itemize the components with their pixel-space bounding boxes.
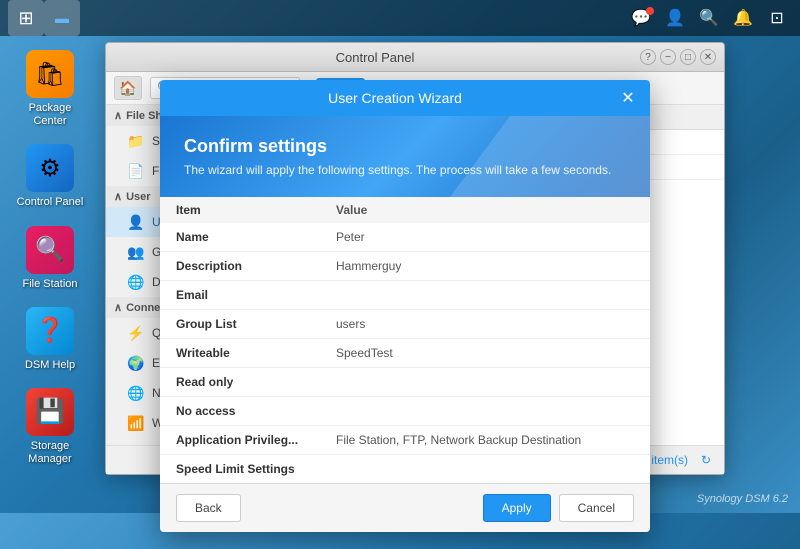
wizard-table-row: Email xyxy=(160,281,650,310)
back-button[interactable]: Back xyxy=(176,494,241,522)
wizard-col-value-header: Value xyxy=(320,197,650,223)
wizard-item-cell: No access xyxy=(160,397,320,426)
wizard-value-cell xyxy=(320,455,650,484)
wizard-table-row: Speed Limit Settings xyxy=(160,455,650,484)
wizard-value-cell: SpeedTest xyxy=(320,339,650,368)
package-center-label: Package Center xyxy=(14,102,86,128)
apply-button[interactable]: Apply xyxy=(483,494,551,522)
quickconnect-icon: ⚡ xyxy=(126,323,146,343)
shared-folders-icon: 📁 xyxy=(126,131,146,151)
wizard-value-cell: Peter xyxy=(320,223,650,252)
dsm-help-icon[interactable]: ❓ DSM Help xyxy=(10,303,90,376)
cp-home-button[interactable]: 🏠 xyxy=(114,76,142,100)
wizard-table-row: Read only xyxy=(160,368,650,397)
group-icon: 👥 xyxy=(126,242,146,262)
wizard-item-cell: Description xyxy=(160,252,320,281)
taskbar: ⊞ ▬ 💬 👤 🔍 🔔 ⊡ xyxy=(0,0,800,36)
wizard-dialog: User Creation Wizard ✕ Confirm settings … xyxy=(160,80,650,532)
chat-icon[interactable]: 💬 xyxy=(626,3,656,33)
wizard-value-cell: users xyxy=(320,310,650,339)
wizard-table-row: Application Privileg...File Station, FTP… xyxy=(160,426,650,455)
wizard-item-cell: Group List xyxy=(160,310,320,339)
package-center-icon[interactable]: 🛍 Package Center xyxy=(10,46,90,132)
search-icon[interactable]: 🔍 xyxy=(694,3,724,33)
chevron-icon: ∧ xyxy=(114,301,122,314)
wizard-item-cell: Email xyxy=(160,281,320,310)
refresh-button[interactable]: ↻ xyxy=(696,450,716,470)
wizard-table-row: NamePeter xyxy=(160,223,650,252)
cp-close-button[interactable]: ✕ xyxy=(700,49,716,65)
file-station-label: File Station xyxy=(22,278,77,291)
dsm-help-label: DSM Help xyxy=(25,359,75,372)
chat-badge xyxy=(646,7,654,15)
network-icon: 🌐 xyxy=(126,383,146,403)
apps-grid-button[interactable]: ⊞ xyxy=(8,0,44,36)
file-services-icon: 📄 xyxy=(126,161,146,181)
control-panel-desktop-icon[interactable]: ⚙ Control Panel xyxy=(10,140,90,213)
file-station-icon[interactable]: 🔍 File Station xyxy=(10,222,90,295)
desktop: 🛍 Package Center ⚙ Control Panel 🔍 File … xyxy=(0,36,100,549)
wizard-body: Item Value NamePeterDescriptionHammerguy… xyxy=(160,197,650,483)
wizard-value-cell: Hammerguy xyxy=(320,252,650,281)
cp-titlebar: Control Panel ? − □ ✕ xyxy=(106,43,724,72)
security-icon: 🔒 xyxy=(126,443,146,445)
storage-manager-label: Storage Manager xyxy=(14,440,86,466)
widget-icon[interactable]: ⊡ xyxy=(762,3,792,33)
wizard-close-button[interactable]: ✕ xyxy=(618,88,638,108)
cp-minimize-button[interactable]: − xyxy=(660,49,676,65)
wizard-footer: Back Apply Cancel xyxy=(160,483,650,532)
wizard-table-row: Group Listusers xyxy=(160,310,650,339)
control-panel-label: Control Panel xyxy=(17,196,84,209)
cp-help-button[interactable]: ? xyxy=(640,49,656,65)
external-icon: 🌍 xyxy=(126,353,146,373)
domain-icon: 🌐 xyxy=(126,272,146,292)
cp-maximize-button[interactable]: □ xyxy=(680,49,696,65)
wizard-item-cell: Writeable xyxy=(160,339,320,368)
wizard-value-cell: File Station, FTP, Network Backup Destin… xyxy=(320,426,650,455)
wizard-table-row: DescriptionHammerguy xyxy=(160,252,650,281)
chevron-icon: ∧ xyxy=(114,190,122,203)
user-icon[interactable]: 👤 xyxy=(660,3,690,33)
wizard-value-cell xyxy=(320,281,650,310)
wizard-item-cell: Speed Limit Settings xyxy=(160,455,320,484)
wizard-item-cell: Read only xyxy=(160,368,320,397)
cp-title: Control Panel xyxy=(114,50,636,65)
taskbar-apps: ⊞ ▬ xyxy=(0,0,80,36)
wizard-table-row: No access xyxy=(160,397,650,426)
user-icon: 👤 xyxy=(126,212,146,232)
wireless-icon: 📶 xyxy=(126,413,146,433)
wizard-item-cell: Name xyxy=(160,223,320,252)
wizard-header: Confirm settings The wizard will apply t… xyxy=(160,116,650,197)
wizard-col-item-header: Item xyxy=(160,197,320,223)
notification-icon[interactable]: 🔔 xyxy=(728,3,758,33)
taskbar-right: 💬 👤 🔍 🔔 ⊡ xyxy=(626,3,800,33)
control-panel-taskbar-button[interactable]: ▬ xyxy=(44,0,80,36)
wizard-titlebar: User Creation Wizard ✕ xyxy=(160,80,650,116)
synology-brand: Synology DSM 6.2 xyxy=(697,493,788,505)
wizard-table-row: WriteableSpeedTest xyxy=(160,339,650,368)
chevron-icon: ∧ xyxy=(114,109,122,122)
wizard-settings-table: Item Value NamePeterDescriptionHammerguy… xyxy=(160,197,650,483)
cancel-button[interactable]: Cancel xyxy=(559,494,634,522)
wizard-item-cell: Application Privileg... xyxy=(160,426,320,455)
wizard-value-cell xyxy=(320,397,650,426)
wizard-value-cell xyxy=(320,368,650,397)
storage-manager-icon[interactable]: 💾 Storage Manager xyxy=(10,384,90,470)
wizard-header-decoration xyxy=(450,116,650,197)
wizard-title: User Creation Wizard xyxy=(172,90,618,106)
